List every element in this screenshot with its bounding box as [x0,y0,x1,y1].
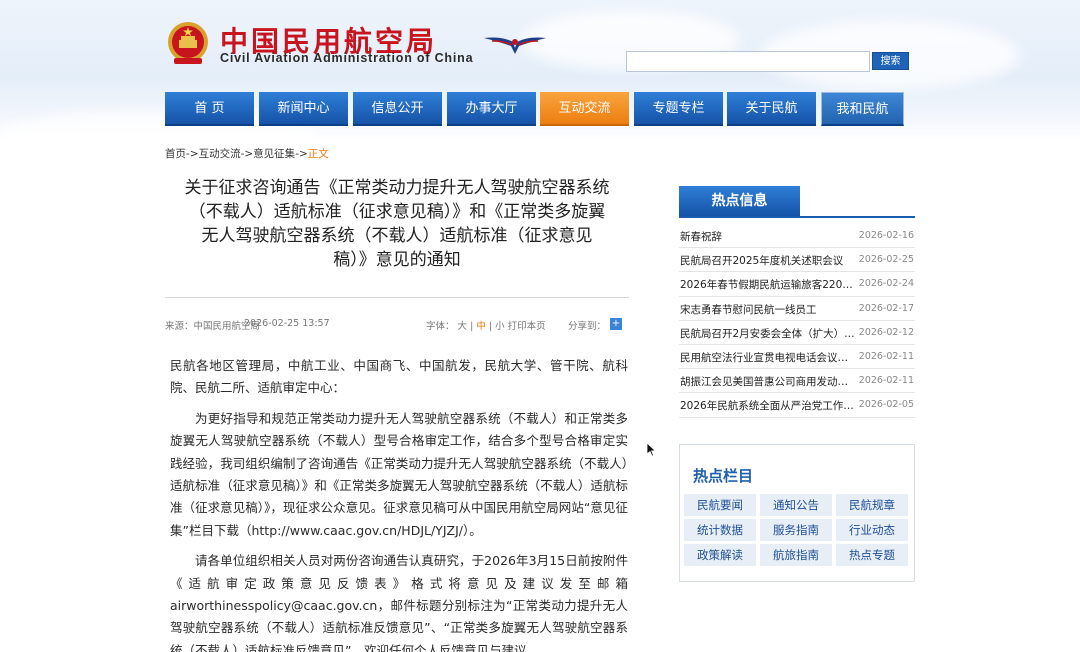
hot-info-item-title[interactable]: 民用航空法行业宣贯电视电话会议… [680,350,856,365]
nav-item-service-hall[interactable]: 办事大厅 [447,92,536,126]
font-separator: | [488,321,493,332]
hot-info-item-date: 2026-02-17 [858,302,914,314]
hot-info-item[interactable]: 胡振江会见美国普惠公司商用发动… 2026-02-11 [679,369,915,394]
caac-wings-logo-icon [484,37,546,54]
breadcrumb: 首页->互动交流->意见征集->正文 [165,146,329,161]
column-button-news[interactable]: 民航要闻 [684,494,756,516]
print-button[interactable]: 打印本页 [508,321,546,332]
article-title: 关于征求咨询通告《正常类动力提升无人驾驶航空器系统 （不载人）适航标准（征求意见… [165,176,629,272]
mouse-cursor-icon [647,443,657,457]
hot-info-item[interactable]: 宋志勇春节慰问民航一线员工 2026-02-17 [679,297,915,321]
font-large-button[interactable]: 大 [458,321,468,332]
hot-info-item[interactable]: 2026年民航系统全面从严治党工作… 2026-02-05 [679,393,915,418]
breadcrumb-interaction[interactable]: 互动交流 [199,148,241,160]
column-button-regulations[interactable]: 民航规章 [836,494,908,516]
site-title-en: Civil Aviation Administration of China [220,51,474,65]
search-button[interactable]: 搜索 [872,52,909,70]
column-button-policy-interpretation[interactable]: 政策解读 [684,544,756,566]
article-paragraph: 请各单位组织相关人员对两份咨询通告认真研究，于2026年3月15日前按附件《适航… [170,553,628,652]
hot-info-item[interactable]: 民用航空法行业宣贯电视电话会议… 2026-02-11 [679,345,915,370]
share-plus-icon[interactable]: + [610,318,622,330]
hot-info-item-title[interactable]: 民航局召开2025年度机关述职会议 [680,253,856,268]
hot-info-item[interactable]: 民航局召开2月安委会全体（扩大）… 2026-02-12 [679,321,915,345]
hot-info-list: 新春祝辞 2026-02-16 民航局召开2025年度机关述职会议 2026-02-… [679,224,915,418]
font-size-controls: 字体： 大 | 中 | 小 打印本页 [426,318,546,332]
breadcrumb-opinions[interactable]: 意见征集 [253,148,295,160]
hot-columns-title: 热点栏目 [693,467,754,485]
hot-info-item-date: 2026-02-25 [858,254,914,266]
breadcrumb-separator: -> [295,148,308,160]
breadcrumb-separator: -> [240,148,254,160]
breadcrumb-home[interactable]: 首页 [165,148,186,160]
hot-info-item-date: 2026-02-05 [858,399,914,411]
article-title-line: （不载人）适航标准（征求意见稿）》和《正常类多旋翼 [188,202,606,222]
hot-info-item-title[interactable]: 2026年民航系统全面从严治党工作… [680,398,856,413]
nav-item-special-topics[interactable]: 专题专栏 [634,92,723,126]
column-button-travel-guide[interactable]: 航旅指南 [760,544,832,566]
nav-item-interaction[interactable]: 互动交流 [540,92,629,126]
title-divider [165,297,629,298]
nav-item-info-disclosure[interactable]: 信息公开 [353,92,442,126]
hot-info-item-title[interactable]: 新春祝辞 [680,229,856,244]
hot-info-item-title[interactable]: 宋志勇春节慰问民航一线员工 [680,302,856,317]
article-paragraph: 为更好指导和规范正常类动力提升无人驾驶航空器系统（不载人）和正常类多旋翼无人驾驶… [170,410,628,538]
hot-info-item-title[interactable]: 民航局召开2月安委会全体（扩大）… [680,326,856,341]
column-button-industry-news[interactable]: 行业动态 [836,519,908,541]
column-button-service-guide[interactable]: 服务指南 [760,519,832,541]
font-separator: | [470,321,474,332]
hot-info-item-date: 2026-02-11 [858,375,914,387]
nav-item-home[interactable]: 首 页 [165,92,254,126]
article-body: 民航各地区管理局，中航工业、中国商飞、中国航发，民航大学、管干院、航科院、民航二… [170,355,628,652]
column-button-hot-topics[interactable]: 热点专题 [836,544,908,566]
hot-info-item-title[interactable]: 2026年春节假期民航运输旅客2205… [680,277,856,292]
hot-info-item-date: 2026-02-12 [858,326,914,338]
breadcrumb-separator: -> [186,148,199,160]
article-title-line: 关于征求咨询通告《正常类动力提升无人驾驶航空器系统 [184,178,610,198]
national-emblem-icon[interactable] [166,20,210,66]
hot-info-item[interactable]: 2026年春节假期民航运输旅客2205… 2026-02-24 [679,272,915,297]
nav-item-me-and-caac[interactable]: 我和民航 [821,92,904,126]
hot-info-item-date: 2026-02-16 [858,230,914,241]
font-medium-button[interactable]: 中 [476,321,486,332]
breadcrumb-current: 正文 [307,148,329,160]
nav-item-news[interactable]: 新闻中心 [259,92,348,126]
font-small-button[interactable]: 小 [495,321,505,332]
search-input[interactable] [626,51,870,72]
hot-info-item-title[interactable]: 胡振江会见美国普惠公司商用发动… [680,374,856,389]
font-size-label: 字体： [426,321,455,332]
hot-info-title: 热点信息 [679,186,800,216]
article-datetime: 2026-02-25 13:57 [244,318,330,329]
hot-info-item[interactable]: 新春祝辞 2026-02-16 [679,224,915,249]
article-title-line: 无人驾驶航空器系统（不载人）适航标准（征求意见 [201,226,593,246]
column-button-statistics[interactable]: 统计数据 [684,519,756,541]
article-title-line: 稿）》意见的通知 [333,250,461,270]
article-addressee: 民航各地区管理局，中航工业、中国商飞、中国航发，民航大学、管干院、航科院、民航二… [170,358,628,396]
hot-info-item-date: 2026-02-11 [858,350,914,362]
nav-item-about[interactable]: 关于民航 [727,92,816,126]
column-button-notices[interactable]: 通知公告 [760,494,832,516]
share-label: 分享到： [568,321,607,332]
hot-info-item-date: 2026-02-24 [858,278,914,290]
hot-info-underline [679,216,915,218]
hot-info-item[interactable]: 民航局召开2025年度机关述职会议 2026-02-25 [679,248,915,273]
